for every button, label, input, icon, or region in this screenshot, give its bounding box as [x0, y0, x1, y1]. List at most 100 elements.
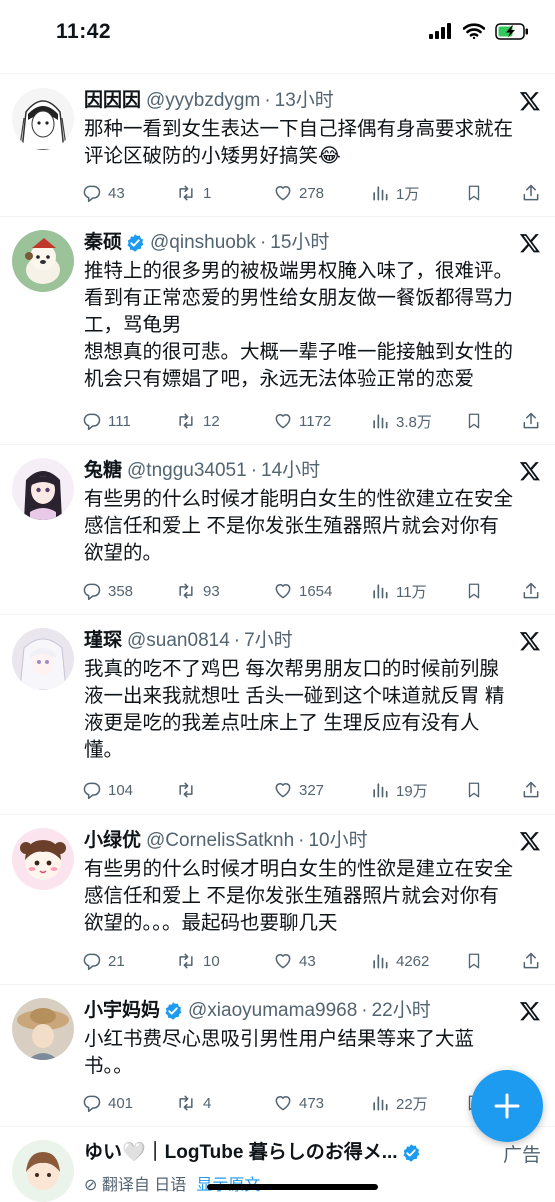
retweet-button[interactable]: 4 [175, 1093, 273, 1113]
avatar[interactable] [12, 458, 74, 520]
tweet[interactable]: 秦硕 @qinshuobk · 15小时 推特上的很多男的被极端男权腌入味了，很… [0, 216, 555, 445]
ad-label: 广告 [502, 1145, 541, 1166]
tweet[interactable]: 因因因 @yyybzdygm · 13小时 那种一看到女生表达一下自己择偶有身高… [0, 74, 555, 217]
home-indicator[interactable] [207, 1184, 378, 1190]
share-button[interactable] [521, 780, 541, 800]
views-chart-icon [373, 584, 388, 599]
heart-icon [275, 783, 291, 798]
retweet-icon [179, 185, 193, 201]
tweet-header: 瑾琛 @suan0814 · 7小时 [84, 628, 495, 654]
retweet-count: 4 [203, 1094, 212, 1112]
like-button[interactable]: 327 [273, 780, 370, 800]
x-logo-icon[interactable] [519, 460, 541, 482]
share-button[interactable] [521, 581, 541, 601]
reply-button[interactable]: 111 [82, 411, 175, 431]
tweet-time[interactable]: 7小时 [244, 628, 293, 654]
author-name[interactable]: 兔糖 [84, 458, 122, 484]
x-logo-icon[interactable] [519, 1000, 541, 1022]
bookmark-button[interactable] [465, 951, 491, 971]
separator-dot: · [298, 830, 305, 851]
avatar[interactable] [12, 1140, 74, 1202]
tweet-time[interactable]: 13小时 [275, 88, 334, 114]
heart-icon [275, 414, 291, 429]
separator-dot: · [233, 630, 241, 651]
x-logo-icon[interactable] [519, 830, 541, 852]
wifi-icon [463, 23, 485, 39]
author-handle[interactable]: @suan0814 [127, 628, 230, 654]
views-button[interactable]: 22万 [370, 1093, 465, 1114]
doll-avatar-image [12, 458, 74, 520]
bookmark-icon [468, 185, 480, 201]
tweet-text: 我真的吃不了鸡巴 每次帮男朋友口的时候前列腺 液一出来我就想吐 舌头一碰到这个味道… [84, 658, 505, 761]
retweet-button[interactable]: 1 [175, 183, 273, 203]
heart-icon [275, 1096, 291, 1111]
tweet-time[interactable]: 14小时 [261, 458, 320, 484]
tweet-header: 秦硕 @qinshuobk · 15小时 [84, 230, 495, 256]
avatar[interactable] [12, 628, 74, 690]
reply-button[interactable]: 21 [82, 951, 175, 971]
like-button[interactable]: 43 [273, 951, 370, 971]
bookmark-button[interactable] [465, 411, 491, 431]
reply-button[interactable]: 104 [82, 780, 175, 800]
like-button[interactable]: 278 [273, 183, 370, 203]
tweet[interactable]: 小绿优 @CornelisSatknh · 10小时 有些男的什么时候才明白女生… [0, 814, 555, 985]
avatar[interactable] [12, 230, 74, 292]
tweet-time[interactable]: 22小时 [372, 998, 431, 1024]
author-name[interactable]: 小宇妈妈 [84, 998, 160, 1024]
views-count: 19万 [396, 782, 428, 800]
cellular-signal-icon [429, 23, 451, 39]
translate-icon: ⊘ [84, 1177, 102, 1194]
reply-button[interactable]: 43 [82, 183, 175, 203]
retweet-button[interactable]: 93 [175, 581, 273, 601]
tweet-time[interactable]: 10小时 [308, 828, 367, 854]
author-name[interactable]: 瑾琛 [84, 628, 122, 654]
author-handle[interactable]: @CornelisSatknh [146, 828, 294, 854]
views-button[interactable]: 11万 [370, 581, 465, 602]
tweet-time[interactable]: 15小时 [270, 230, 329, 256]
author-handle[interactable]: @qinshuobk [150, 230, 256, 256]
avatar[interactable] [12, 998, 74, 1060]
bookmark-icon [468, 413, 480, 429]
bookmark-icon [468, 953, 480, 969]
bookmark-button[interactable] [465, 780, 491, 800]
tweet[interactable]: 瑾琛 @suan0814 · 7小时 我真的吃不了鸡巴 每次帮男朋友口的时候前列… [0, 614, 555, 815]
reply-button[interactable]: 401 [82, 1093, 175, 1113]
avatar[interactable] [12, 828, 74, 890]
like-button[interactable]: 1172 [273, 411, 370, 431]
views-button[interactable]: 3.8万 [370, 411, 465, 432]
author-name[interactable]: 因因因 [84, 88, 141, 114]
reply-button[interactable]: 358 [82, 581, 175, 601]
author-handle[interactable]: @xiaoyumama9968 [188, 998, 357, 1024]
like-count: 278 [299, 184, 325, 202]
views-button[interactable]: 4262 [370, 951, 465, 971]
views-chart-icon [373, 186, 388, 201]
share-button[interactable] [521, 183, 541, 203]
x-logo-icon[interactable] [519, 630, 541, 652]
bookmark-icon [468, 782, 480, 798]
author-handle[interactable]: @tnggu34051 [127, 458, 247, 484]
author-name[interactable]: 小绿优 [84, 828, 141, 854]
views-button[interactable]: 1万 [370, 183, 465, 204]
x-logo-icon[interactable] [519, 90, 541, 112]
avatar[interactable] [12, 88, 74, 150]
share-button[interactable] [521, 951, 541, 971]
author-handle[interactable]: @yyybzdygm [146, 88, 260, 114]
retweet-button[interactable] [175, 780, 273, 800]
tweet[interactable]: 兔糖 @tnggu34051 · 14小时 有些男的什么时候才能明白女生的性欲建… [0, 444, 555, 615]
retweet-button[interactable]: 10 [175, 951, 273, 971]
status-icons [429, 20, 529, 42]
tweet-actions: 358 93 1654 11万 [82, 578, 541, 604]
bookmark-button[interactable] [465, 183, 491, 203]
tweet-header: 小宇妈妈 @xiaoyumama9968 · 22小时 [84, 998, 495, 1024]
like-button[interactable]: 473 [273, 1093, 370, 1113]
author-name[interactable]: ゆい🤍｜LogTube 暮らしのお得メ... [84, 1140, 398, 1166]
bookmark-button[interactable] [465, 581, 491, 601]
compose-button[interactable] [471, 1070, 543, 1142]
retweet-button[interactable]: 12 [175, 411, 273, 431]
like-button[interactable]: 1654 [273, 581, 370, 601]
views-button[interactable]: 19万 [370, 780, 465, 801]
share-button[interactable] [521, 411, 541, 431]
author-name[interactable]: 秦硕 [84, 230, 122, 256]
translate-row: ⊘ 翻译自 日语显示原文 [84, 1171, 260, 1195]
x-logo-icon[interactable] [519, 232, 541, 254]
